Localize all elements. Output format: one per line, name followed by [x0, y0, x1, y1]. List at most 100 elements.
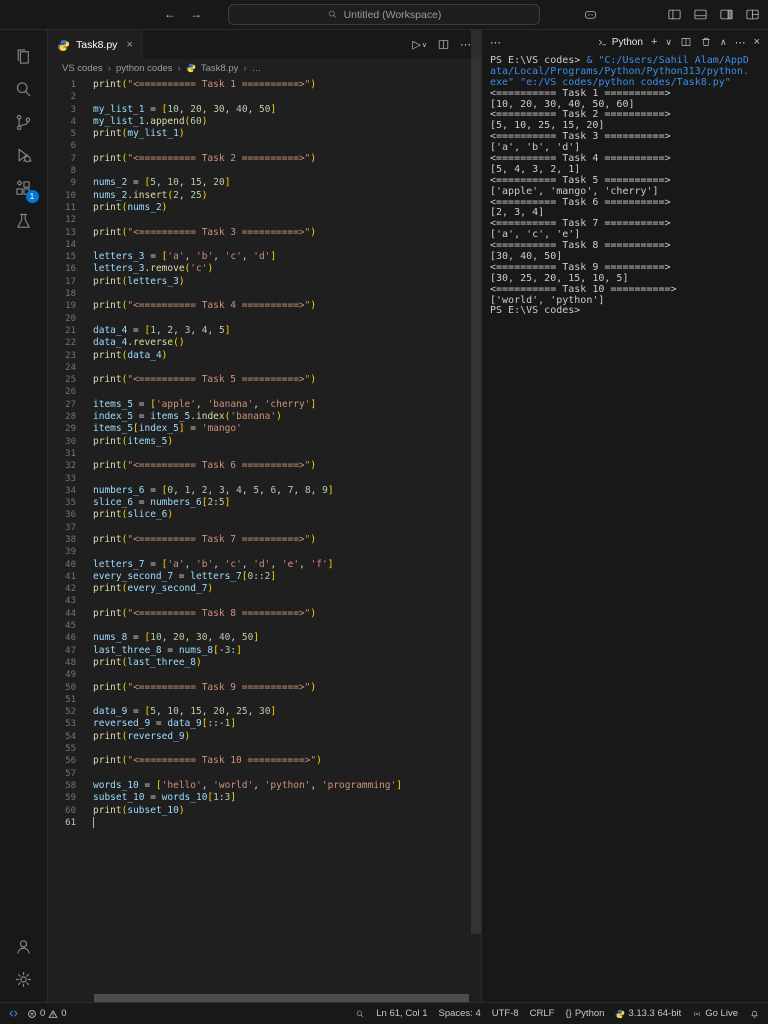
code-line[interactable]: 36print(slice_6): [48, 509, 481, 521]
code-line[interactable]: 61: [48, 817, 481, 829]
terminal-tab-python[interactable]: Python: [597, 37, 643, 48]
code-line[interactable]: 28index_5 = items_5.index('banana'): [48, 411, 481, 423]
code-line[interactable]: 17print(letters_3): [48, 276, 481, 288]
python-interpreter-indicator[interactable]: 3.13.3 64-bit: [615, 1008, 681, 1019]
code-line[interactable]: 58words_10 = ['hello', 'world', 'python'…: [48, 780, 481, 792]
code-line[interactable]: 45: [48, 620, 481, 632]
copilot-icon[interactable]: [583, 7, 598, 22]
workspace-search-box[interactable]: Untitled (Workspace): [228, 4, 540, 25]
code-line[interactable]: 20: [48, 313, 481, 325]
breadcrumb-folder[interactable]: VS codes: [62, 63, 103, 74]
code-line[interactable]: 50print("<========== Task 9 ==========>"…: [48, 682, 481, 694]
code-line[interactable]: 27items_5 = ['apple', 'banana', 'cherry'…: [48, 399, 481, 411]
code-line[interactable]: 23print(data_4): [48, 350, 481, 362]
code-line[interactable]: 49: [48, 669, 481, 681]
code-line[interactable]: 53reversed_9 = data_9[::-1]: [48, 718, 481, 730]
run-python-file-button[interactable]: ▷∨: [412, 38, 427, 51]
code-line[interactable]: 2: [48, 91, 481, 103]
code-line[interactable]: 26: [48, 386, 481, 398]
code-line[interactable]: 59subset_10 = words_10[1:3]: [48, 792, 481, 804]
code-line[interactable]: 18: [48, 288, 481, 300]
code-line[interactable]: 33: [48, 473, 481, 485]
code-line[interactable]: 8: [48, 165, 481, 177]
editor[interactable]: 1print("<========== Task 1 ==========>")…: [48, 77, 481, 1002]
sidebar-item-run-debug[interactable]: [8, 139, 40, 172]
code-line[interactable]: 1print("<========== Task 1 ==========>"): [48, 79, 481, 91]
code-line[interactable]: 37: [48, 522, 481, 534]
tab-task8py[interactable]: Task8.py ×: [48, 30, 143, 59]
customize-layout-icon[interactable]: [745, 7, 760, 22]
term-line[interactable]: PS E:\VS codes>: [490, 306, 764, 317]
encoding-indicator[interactable]: UTF-8: [492, 1008, 519, 1019]
code-line[interactable]: 30print(items_5): [48, 436, 481, 448]
terminal-more-actions-icon[interactable]: ⋯: [735, 36, 746, 49]
code-line[interactable]: 22data_4.reverse(): [48, 337, 481, 349]
remote-indicator[interactable]: [8, 1008, 19, 1019]
close-tab-icon[interactable]: ×: [126, 39, 132, 51]
split-terminal-icon[interactable]: [680, 36, 692, 48]
new-terminal-icon[interactable]: +: [651, 36, 657, 48]
breadcrumb-symbol[interactable]: …: [252, 63, 262, 74]
notifications-bell-icon[interactable]: [749, 1008, 760, 1019]
forward-icon[interactable]: →: [190, 7, 202, 21]
panel-views-more-icon[interactable]: ⋯: [490, 36, 501, 49]
code-line[interactable]: 7print("<========== Task 2 ==========>"): [48, 153, 481, 165]
code-line[interactable]: 13print("<========== Task 3 ==========>"…: [48, 227, 481, 239]
code-line[interactable]: 14: [48, 239, 481, 251]
code-line[interactable]: 25print("<========== Task 5 ==========>"…: [48, 374, 481, 386]
code-line[interactable]: 31: [48, 448, 481, 460]
code-line[interactable]: 3my_list_1 = [10, 20, 30, 40, 50]: [48, 104, 481, 116]
code-line[interactable]: 39: [48, 546, 481, 558]
sidebar-item-search[interactable]: [8, 73, 40, 106]
sidebar-item-testing[interactable]: [8, 205, 40, 238]
code-line[interactable]: 54print(reversed_9): [48, 731, 481, 743]
code-line[interactable]: 47last_three_8 = nums_8[-3:]: [48, 645, 481, 657]
code-line[interactable]: 40letters_7 = ['a', 'b', 'c', 'd', 'e', …: [48, 559, 481, 571]
account-button[interactable]: [8, 930, 40, 963]
eol-indicator[interactable]: CRLF: [530, 1008, 555, 1019]
toggle-secondary-sidebar-icon[interactable]: [719, 7, 734, 22]
code-line[interactable]: 24: [48, 362, 481, 374]
code-line[interactable]: 35slice_6 = numbers_6[2:5]: [48, 497, 481, 509]
code-line[interactable]: 6: [48, 140, 481, 152]
code-line[interactable]: 42print(every_second_7): [48, 583, 481, 595]
code-line[interactable]: 34numbers_6 = [0, 1, 2, 3, 4, 5, 6, 7, 8…: [48, 485, 481, 497]
go-live-button[interactable]: Go Live: [692, 1008, 738, 1019]
code-line[interactable]: 41every_second_7 = letters_7[0::2]: [48, 571, 481, 583]
run-dropdown-chevron-icon[interactable]: ∨: [422, 41, 427, 49]
split-editor-icon[interactable]: [437, 38, 450, 51]
maximize-panel-icon[interactable]: ∧: [720, 37, 727, 48]
code-line[interactable]: 56print("<========== Task 10 ==========>…: [48, 755, 481, 767]
problems-indicator[interactable]: 0 0: [27, 1008, 67, 1019]
sidebar-item-extensions[interactable]: 1: [8, 172, 40, 205]
kill-terminal-icon[interactable]: [700, 36, 712, 48]
code-line[interactable]: 15letters_3 = ['a', 'b', 'c', 'd']: [48, 251, 481, 263]
code-line[interactable]: 52data_9 = [5, 10, 15, 20, 25, 30]: [48, 706, 481, 718]
code-line[interactable]: 57: [48, 768, 481, 780]
code-line[interactable]: 16letters_3.remove('c'): [48, 263, 481, 275]
code-line[interactable]: 4my_list_1.append(60): [48, 116, 481, 128]
code-line[interactable]: 12: [48, 214, 481, 226]
code-line[interactable]: 5print(my_list_1): [48, 128, 481, 140]
terminal-profile-chevron-icon[interactable]: ∨: [665, 37, 672, 48]
cursor-position[interactable]: Ln 61, Col 1: [376, 1008, 427, 1019]
code-line[interactable]: 55: [48, 743, 481, 755]
breadcrumb-file[interactable]: Task8.py: [201, 63, 239, 74]
code-line[interactable]: 44print("<========== Task 8 ==========>"…: [48, 608, 481, 620]
code-line[interactable]: 21data_4 = [1, 2, 3, 4, 5]: [48, 325, 481, 337]
editor-more-actions-icon[interactable]: ⋯: [460, 38, 471, 51]
close-panel-icon[interactable]: ×: [754, 36, 760, 48]
editor-horizontal-scrollbar[interactable]: [94, 994, 469, 1002]
code-line[interactable]: 51: [48, 694, 481, 706]
toggle-panel-icon[interactable]: [693, 7, 708, 22]
language-indicator[interactable]: {} Python: [565, 1008, 604, 1019]
code-line[interactable]: 19print("<========== Task 4 ==========>"…: [48, 300, 481, 312]
code-line[interactable]: 60print(subset_10): [48, 805, 481, 817]
code-line[interactable]: 38print("<========== Task 7 ==========>"…: [48, 534, 481, 546]
terminal-output[interactable]: PS E:\VS codes> & "C:/Users/Sahil Alam/A…: [482, 54, 768, 1002]
code-line[interactable]: 11print(nums_2): [48, 202, 481, 214]
breadcrumb-subfolder[interactable]: python codes: [116, 63, 173, 74]
code-line[interactable]: 29items_5[index_5] = 'mango': [48, 423, 481, 435]
toggle-primary-sidebar-icon[interactable]: [667, 7, 682, 22]
sidebar-item-explorer[interactable]: [8, 40, 40, 73]
